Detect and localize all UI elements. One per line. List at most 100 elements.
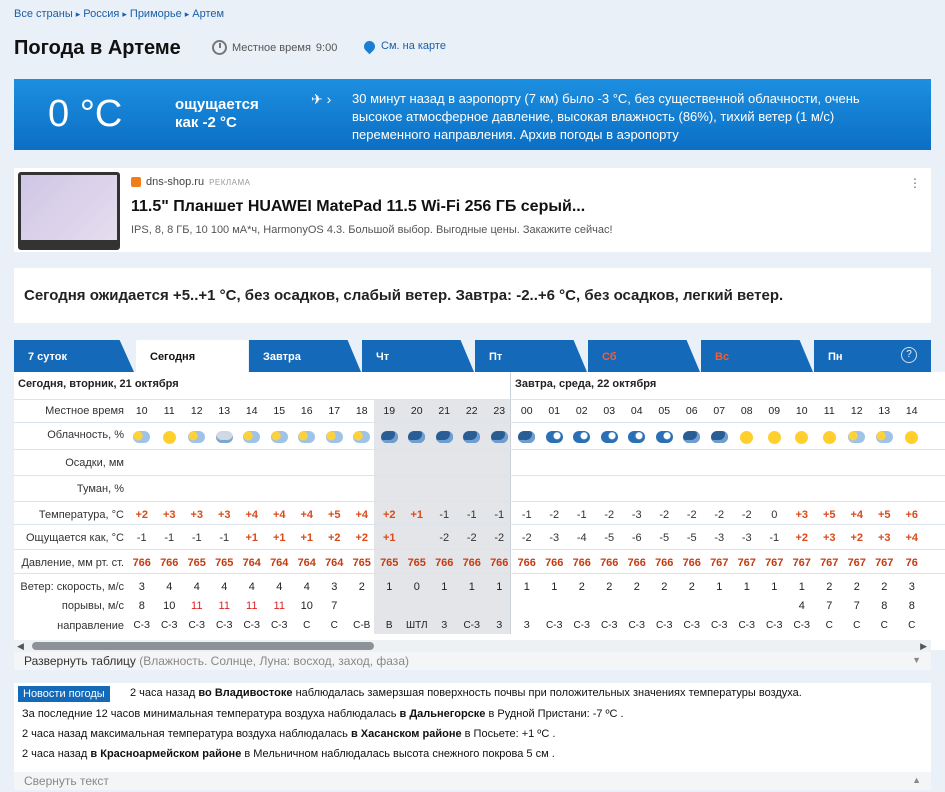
news-item-text: в Посьете: +1 ºС . bbox=[464, 728, 556, 740]
wind-cell: 0 bbox=[413, 581, 420, 593]
ad-headline[interactable]: 11.5" Планшет HUAWEI MatePad 11.5 Wi-Fi … bbox=[131, 198, 585, 216]
temp-cell: +2 bbox=[382, 509, 396, 521]
cloud-icon bbox=[898, 429, 926, 447]
temp-cell: -2 bbox=[604, 509, 615, 521]
direction-cell: З bbox=[523, 620, 530, 631]
wind-cell: 1 bbox=[798, 581, 805, 593]
feels-cell: -2 bbox=[439, 532, 450, 544]
breadcrumb-primorye[interactable]: Приморье bbox=[130, 8, 182, 20]
tab-7-days[interactable]: 7 суток bbox=[14, 340, 134, 372]
cloud-icon bbox=[761, 429, 789, 447]
direction-cell: С-З bbox=[160, 620, 178, 631]
temp-cell: +3 bbox=[795, 509, 809, 521]
feels-cell: +2 bbox=[355, 532, 369, 544]
row-divider bbox=[14, 399, 945, 400]
wind-cell: 2 bbox=[688, 581, 695, 593]
pressure-cell: 766 bbox=[600, 557, 619, 569]
breadcrumb-all-countries[interactable]: Все страны bbox=[14, 8, 73, 20]
gust-cell: 7 bbox=[853, 600, 860, 612]
feels-cell: -2 bbox=[494, 532, 505, 544]
cloud-icon bbox=[541, 429, 569, 446]
direction-cell: С-З bbox=[243, 620, 261, 631]
cloud-icon bbox=[211, 429, 239, 446]
expand-table-toggle[interactable]: Развернуть таблицу (Влажность. Солнце, Л… bbox=[14, 652, 931, 670]
direction-cell: С-З bbox=[573, 620, 591, 631]
pressure-cell: 767 bbox=[875, 557, 894, 569]
collapse-text-toggle[interactable]: Свернуть текст ▲ bbox=[14, 772, 931, 790]
pressure-cell: 766 bbox=[517, 557, 536, 569]
scrollbar-thumb[interactable] bbox=[32, 642, 374, 650]
wind-cell: 2 bbox=[578, 581, 585, 593]
hour-cell: 16 bbox=[300, 405, 313, 417]
weather-icon-ni bbox=[463, 431, 481, 443]
cloud-icon bbox=[486, 429, 514, 446]
news-badge[interactable]: Новости погоды bbox=[18, 686, 110, 702]
weather-icon-su bbox=[162, 431, 176, 444]
breadcrumb-russia[interactable]: Россия bbox=[83, 8, 119, 20]
scroll-right-icon[interactable]: ▶ bbox=[920, 641, 927, 652]
feels-like-line2: как -2 °C bbox=[175, 114, 237, 131]
row-divider bbox=[14, 475, 945, 476]
tab-saturday[interactable]: Сб bbox=[588, 340, 700, 372]
tab-thursday[interactable]: Чт bbox=[362, 340, 474, 372]
temp-cell: +4 bbox=[355, 509, 369, 521]
weather-icon-ps bbox=[133, 431, 151, 443]
feels-cell: +3 bbox=[822, 532, 836, 544]
tab-sunday[interactable]: Вс bbox=[701, 340, 813, 372]
hour-cell: 10 bbox=[795, 405, 808, 417]
more-options-icon[interactable]: ⋮ bbox=[909, 176, 921, 190]
tab-monday[interactable]: Пн? bbox=[814, 340, 931, 372]
chevron-down-icon[interactable]: ▼ bbox=[912, 655, 921, 665]
pressure-cell: 766 bbox=[655, 557, 674, 569]
weather-icon-ni bbox=[380, 431, 398, 443]
hour-cell: 09 bbox=[768, 405, 781, 417]
news-item-1: 2 часа назад во Владивостоке наблюдалась… bbox=[130, 687, 802, 699]
row-divider bbox=[14, 573, 945, 574]
weather-icon-ni bbox=[490, 431, 508, 443]
breadcrumb-separator: ▸ bbox=[122, 9, 127, 19]
ad-source[interactable]: dns-shop.ru РЕКЛАМА bbox=[131, 176, 251, 188]
breadcrumb-separator: ▸ bbox=[184, 9, 190, 19]
advertisement[interactable]: dns-shop.ru РЕКЛАМА 11.5" Планшет HUAWEI … bbox=[14, 168, 931, 252]
wind-cell: 1 bbox=[496, 581, 503, 593]
cloud-icon bbox=[816, 429, 844, 447]
temp-cell: +2 bbox=[135, 509, 149, 521]
chevron-up-icon[interactable]: ▲ bbox=[912, 775, 921, 785]
wind-cell: 4 bbox=[193, 581, 200, 593]
help-icon[interactable]: ? bbox=[901, 347, 917, 363]
cloud-icon bbox=[293, 429, 321, 446]
ad-source-domain[interactable]: dns-shop.ru bbox=[146, 176, 204, 188]
gust-cell: 11 bbox=[218, 600, 230, 612]
weather-icon-ps bbox=[325, 431, 343, 443]
breadcrumb-artem[interactable]: Артем bbox=[192, 8, 224, 20]
breadcrumb: Все страны ▸ Россия ▸ Приморье ▸ Артем bbox=[14, 8, 224, 20]
row-label-temp: Температура, °C bbox=[38, 509, 124, 521]
table-scrollbar[interactable]: ◀ ▶ bbox=[14, 640, 931, 652]
temp-cell: -2 bbox=[549, 509, 560, 521]
gust-cell: 4 bbox=[798, 600, 805, 612]
scroll-left-icon[interactable]: ◀ bbox=[17, 641, 24, 652]
news-item-place: в Дальнегорске bbox=[399, 708, 486, 720]
hour-cell: 22 bbox=[465, 405, 478, 417]
collapse-text-label[interactable]: Свернуть текст bbox=[24, 774, 109, 788]
expand-table-label[interactable]: Развернуть таблицу bbox=[24, 654, 136, 668]
weather-icon-ni bbox=[518, 431, 536, 443]
tablet-image[interactable] bbox=[18, 172, 120, 250]
cloud-icon bbox=[321, 429, 349, 446]
temp-cell: -1 bbox=[521, 509, 532, 521]
tab-today[interactable]: Сегодня bbox=[136, 340, 248, 372]
news-item-text: в Рудной Пристани: -7 ºС . bbox=[488, 708, 624, 720]
feels-cell: -3 bbox=[741, 532, 752, 544]
map-link[interactable]: См. на карте bbox=[361, 38, 446, 54]
weather-icon-nm bbox=[600, 431, 618, 443]
tab-friday[interactable]: Пт bbox=[475, 340, 587, 372]
tab-tomorrow[interactable]: Завтра bbox=[249, 340, 361, 372]
tab-monday-label[interactable]: Пн bbox=[828, 351, 843, 363]
direction-cell: С bbox=[853, 620, 861, 631]
row-divider bbox=[14, 501, 945, 502]
wind-cell: 2 bbox=[606, 581, 613, 593]
gust-cell: 8 bbox=[138, 600, 145, 612]
airport-observation[interactable]: 30 минут назад в аэропорту (7 км) было -… bbox=[352, 90, 912, 144]
map-link-label[interactable]: См. на карте bbox=[381, 40, 446, 52]
cloud-icon bbox=[843, 429, 871, 446]
